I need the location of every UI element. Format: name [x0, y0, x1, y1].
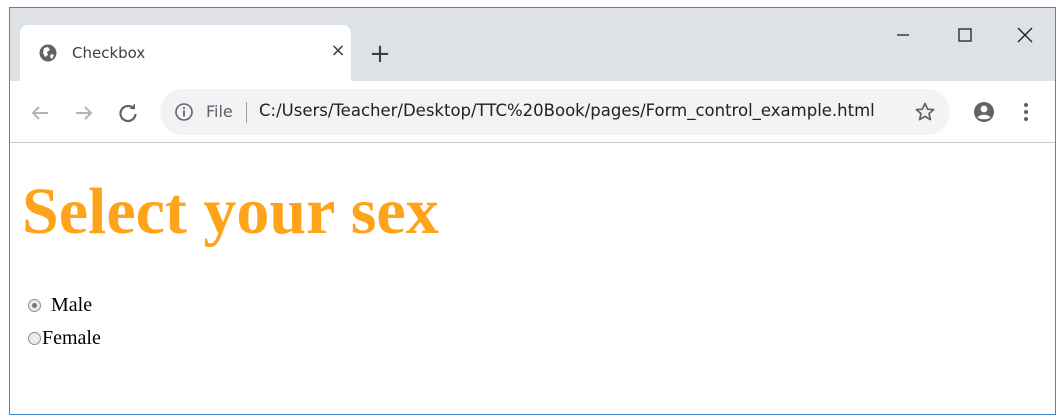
url-text[interactable]: C:/Users/Teacher/Desktop/TTC%20Book/page…: [259, 101, 875, 120]
browser-window: Checkbox × + File C:/Users/Teacher/Deskt…: [9, 7, 1056, 415]
tab-strip: Checkbox × +: [10, 8, 1055, 81]
omnibox-divider: [246, 102, 247, 123]
scheme-label: File: [206, 102, 233, 121]
new-tab-button[interactable]: +: [366, 40, 394, 68]
minimize-icon[interactable]: [888, 24, 918, 46]
tab-close-icon[interactable]: ×: [328, 41, 348, 61]
page-heading: Select your sex: [22, 175, 439, 248]
radio-option-male[interactable]: Male: [28, 293, 92, 317]
bookmark-star-icon[interactable]: [914, 101, 936, 123]
globe-icon: [39, 44, 57, 62]
browser-toolbar: File C:/Users/Teacher/Desktop/TTC%20Book…: [10, 81, 1055, 143]
radio-label-male: Male: [51, 293, 93, 316]
radio-label-female: Female: [42, 326, 101, 349]
tab-checkbox[interactable]: Checkbox ×: [20, 25, 351, 81]
radio-button-female[interactable]: [28, 331, 41, 345]
back-arrow-icon[interactable]: [28, 101, 52, 125]
close-icon[interactable]: [1010, 24, 1040, 46]
forward-arrow-icon[interactable]: [72, 101, 96, 125]
radio-button-male[interactable]: [28, 298, 41, 312]
page-content: Select your sex Male Female: [10, 143, 1055, 414]
reload-icon[interactable]: [116, 101, 140, 125]
address-bar[interactable]: File C:/Users/Teacher/Desktop/TTC%20Book…: [160, 89, 950, 135]
radio-option-female[interactable]: Female: [28, 326, 101, 350]
more-vert-icon[interactable]: [1016, 100, 1036, 124]
tab-title: Checkbox: [72, 44, 146, 62]
maximize-icon[interactable]: [950, 24, 980, 46]
info-icon[interactable]: [174, 102, 194, 122]
account-icon[interactable]: [972, 100, 996, 124]
